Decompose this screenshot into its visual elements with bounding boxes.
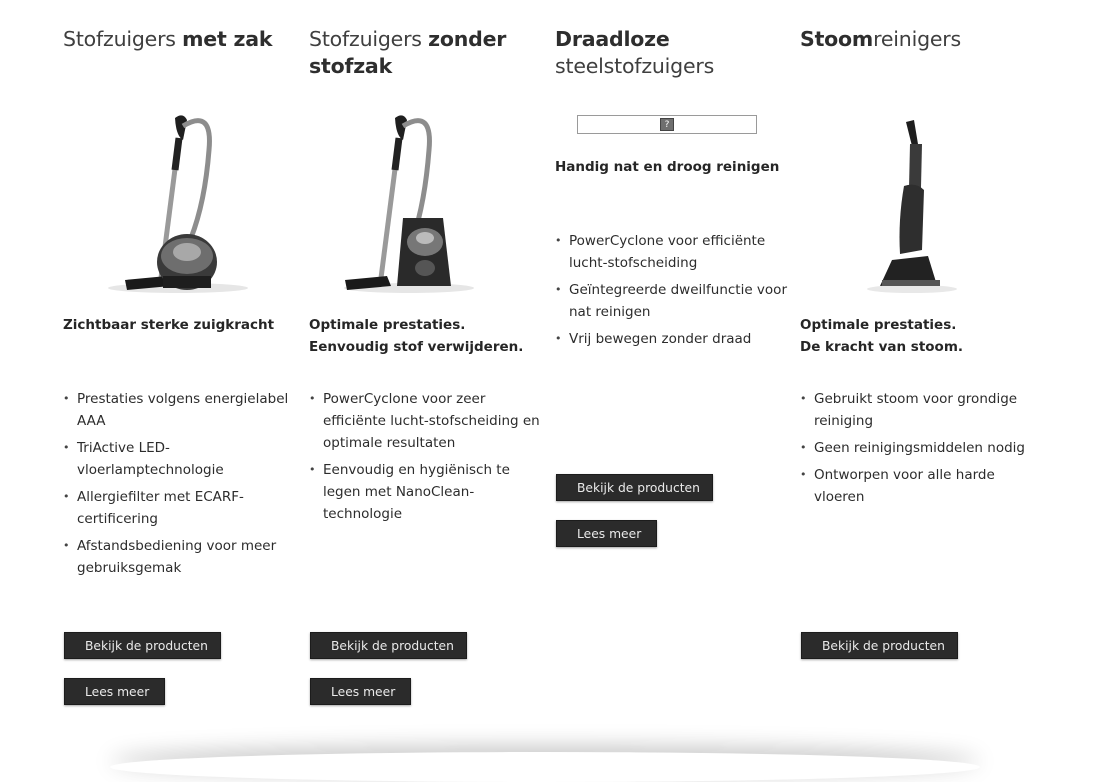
read-more-button[interactable]: Lees meer: [310, 678, 411, 705]
bottom-panel-shadow: [110, 752, 980, 782]
view-products-button[interactable]: Bekijk de producten: [64, 632, 221, 659]
category-headline: Zichtbaar sterke zuigkracht: [63, 317, 275, 333]
category-bagged-vacuums: Stofzuigers met zak Zichtbaar sterke zui…: [63, 26, 293, 705]
list-item: PowerCyclone voor zeer efficiënte lucht-…: [309, 388, 541, 454]
view-products-button[interactable]: Bekijk de producten: [801, 632, 958, 659]
list-item: Prestaties volgens energielabel AAA: [63, 388, 295, 432]
category-headline: Optimale prestaties. Eenvoudig stof verw…: [309, 317, 524, 355]
view-products-button[interactable]: Bekijk de producten: [556, 474, 713, 501]
question-mark-icon: ?: [660, 118, 674, 131]
category-cordless-stick-vacuums: Draadloze steelstofzuigers ? Handig nat e…: [555, 26, 787, 547]
list-item: Afstandsbediening voor meer gebruiksgema…: [63, 535, 295, 579]
read-more-button[interactable]: Lees meer: [64, 678, 165, 705]
bagged-vacuum-cleaner-icon[interactable]: [63, 110, 293, 295]
category-steam-cleaners: Stoomreinigers Optimale prestaties. De k…: [800, 26, 1030, 659]
list-item: Gebruikt stoom voor grondige reiniging: [800, 388, 1032, 432]
category-title: Draadloze steelstofzuigers: [555, 27, 715, 78]
read-more-button[interactable]: Lees meer: [556, 520, 657, 547]
category-title: Stoomreinigers: [800, 27, 962, 51]
broken-image-icon[interactable]: ?: [577, 115, 757, 134]
feature-list: Gebruikt stoom voor grondige reiniging G…: [800, 388, 1032, 513]
feature-list: Prestaties volgens energielabel AAA TriA…: [63, 388, 295, 584]
category-headline: Handig nat en droog reinigen: [555, 159, 780, 175]
list-item: Ontworpen voor alle harde vloeren: [800, 464, 1032, 508]
feature-list: PowerCyclone voor zeer efficiënte lucht-…: [309, 388, 541, 530]
list-item: Allergiefilter met ECARF-certificering: [63, 486, 295, 530]
list-item: Geen reinigingsmiddelen nodig: [800, 437, 1032, 459]
steam-cleaner-icon[interactable]: [800, 110, 1030, 295]
list-item: TriActive LED-vloerlamptechnologie: [63, 437, 295, 481]
list-item: Vrij bewegen zonder draad: [555, 328, 787, 350]
view-products-button[interactable]: Bekijk de producten: [310, 632, 467, 659]
list-item: Eenvoudig en hygiënisch te legen met Nan…: [309, 459, 541, 525]
category-title: Stofzuigers met zak: [63, 27, 273, 51]
bagless-vacuum-cleaner-icon[interactable]: [309, 110, 539, 295]
category-bagless-vacuums: Stofzuigers zonder stofzak Optimale pres…: [309, 26, 540, 705]
list-item: Geïntegreerde dweilfunctie voor nat rein…: [555, 279, 787, 323]
feature-list: PowerCyclone voor efficiënte lucht-stofs…: [555, 230, 787, 355]
category-title: Stofzuigers zonder stofzak: [309, 27, 507, 78]
category-headline: Optimale prestaties. De kracht van stoom…: [800, 317, 964, 355]
list-item: PowerCyclone voor efficiënte lucht-stofs…: [555, 230, 787, 274]
